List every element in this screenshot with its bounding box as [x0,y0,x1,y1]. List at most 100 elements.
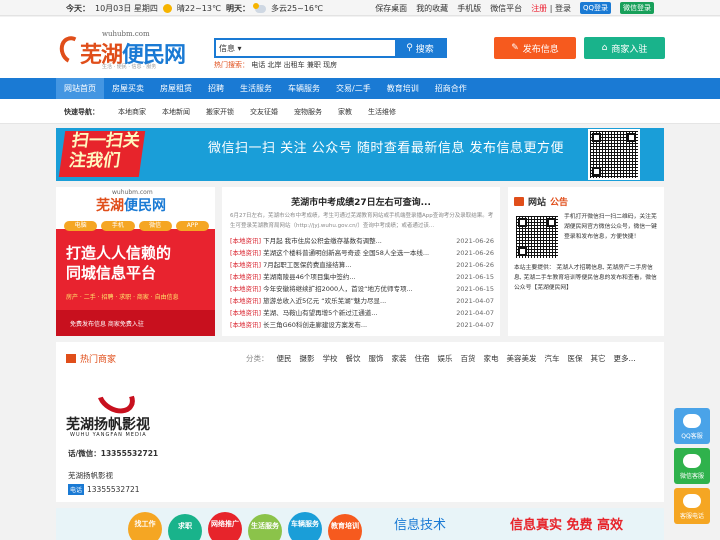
favorites-link[interactable]: 我的收藏 [416,3,448,14]
promo-channel: 微信 [138,221,172,231]
news-item[interactable]: [本地资讯] 下月起 我市住房公积金缴存基数有调整... 2021-06-26 [230,235,494,247]
footer-banner-slogan: 信息真实 免费 高效 [510,518,624,533]
site-logo[interactable]: wuhubm.com 芜湖便民网 生活 · 便民 · 信息 · 服务 [55,30,186,72]
news-item[interactable]: [本地资讯] 芜湖这个楼料普通明创新高号奇迹 全国58人全选一本线... 2021-… [230,247,494,259]
news-item[interactable]: [本地资讯] 芜湖南陵县46个项目集中签约... 2021-06-15 [230,271,494,283]
category-label: 分类： [246,354,269,363]
news-title[interactable]: 芜湖这个楼料普通明创新高号奇迹 全国58人全选一本线... [263,247,452,259]
headline-title[interactable]: 芜湖市中考成绩27日左右可查询... [222,195,500,208]
category-item[interactable]: 家装 [392,353,407,364]
nav-item-life[interactable]: 生活服务 [232,78,280,99]
wechat-platform-link[interactable]: 微信平台 [490,3,522,14]
category-item[interactable]: 汽车 [545,353,560,364]
promo-channels: 电脑 手机 微信 APP [64,221,209,231]
quick-nav-item[interactable]: 交友征婚 [242,107,286,117]
news-item[interactable]: [本地资讯] 7月起职工医保药费直接结算... 2021-06-26 [230,259,494,271]
category-item[interactable]: 住宿 [415,353,430,364]
news-title[interactable]: 芜湖南陵县46个项目集中签约... [263,271,452,283]
quick-nav-item[interactable]: 本地新闻 [154,107,198,117]
publish-button[interactable]: ✎ 发布信息 [494,37,576,59]
chevron-down-icon: ▾ [237,44,242,53]
quick-nav-item[interactable]: 宠物服务 [286,107,330,117]
search-category-select[interactable]: 信息 ▾ [219,43,242,54]
news-title[interactable]: 旅游总收入近5亿元 “欢乐芜湖”魅力尽显... [263,295,452,307]
register-link[interactable]: 注册 [531,4,547,13]
nav-item-house-rent[interactable]: 房屋租赁 [152,78,200,99]
category-item[interactable]: 娱乐 [438,353,453,364]
category-item[interactable]: 学校 [323,353,338,364]
top-bar: 今天： 10月03日 星期四 晴22~13℃ 明天： 多云25~16℃ 保存桌面… [0,0,720,16]
category-item[interactable]: 家电 [484,353,499,364]
hot-search-words[interactable]: 电话 北岸 出租车 兼职 现房 [251,61,337,69]
category-item[interactable]: 百货 [461,353,476,364]
news-item[interactable]: [本地资讯] 芜湖、马鞍山有望再增5个新过江通道... 2021-04-07 [230,307,494,319]
category-item[interactable]: 服饰 [369,353,384,364]
footer-banner[interactable]: 找工作 求职 网络推广 生活服务 车辆服务 教育培训 信息技术 信息真实 免费 … [56,508,664,540]
phone-service-label: 客服电话 [679,513,704,520]
news-title[interactable]: 长三角G60科创走廊建设方案发布... [263,319,452,331]
qq-login-button[interactable]: QQ登录 [579,2,611,14]
category-item[interactable]: 便民 [277,353,292,364]
promo-slogan-2: 同城信息平台 [66,264,157,282]
merchant-logo[interactable]: 芜湖扬帆影视 WUHU YANGFAN MEDIA [66,374,176,440]
category-item[interactable]: 摄影 [300,353,315,364]
merchant-name[interactable]: 芜湖扬帆影视 [68,470,113,481]
save-desktop-link[interactable]: 保存桌面 [375,3,407,14]
wechat-service-button[interactable]: 微信客服 [674,448,710,484]
bubble-life: 生活服务 [248,514,282,540]
category-filter: 分类： 便民 摄影 学校 餐饮 服饰 家装 住宿 娱乐 百货 家电 美容美发 汽车 医保 其它 更多... [246,353,636,364]
news-category: [本地资讯] [230,273,262,281]
bubble-seek: 求职 [168,514,202,540]
nav-item-jobs[interactable]: 招聘 [200,78,232,99]
news-title[interactable]: 下月起 我市住房公积金缴存基数有调整... [263,235,452,247]
quick-nav-item[interactable]: 家教 [330,107,360,117]
main-nav: 网站首页 房屋买卖 房屋租赁 招聘 生活服务 车辆服务 交易/二手 教育培训 招… [0,78,720,99]
quick-nav-item[interactable]: 搬家开锁 [198,107,242,117]
nav-item-vehicles[interactable]: 车辆服务 [280,78,328,99]
search-button[interactable]: ⚲ 搜索 [395,40,445,56]
nav-item-home[interactable]: 网站首页 [56,78,104,99]
sun-icon [162,4,172,13]
news-item[interactable]: [本地资讯] 今年安徽将继续扩招2000人，首设“地方优师专项... 2021-06… [230,283,494,295]
nav-item-house-sale[interactable]: 房屋买卖 [104,78,152,99]
hot-search: 热门搜索： 电话 北岸 出租车 兼职 现房 [214,60,337,70]
wechat-login-button[interactable]: 微信登录 [620,2,654,14]
category-item[interactable]: 餐饮 [346,353,361,364]
quick-nav-item[interactable]: 本地商家 [110,107,154,117]
mobile-link[interactable]: 手机版 [457,3,481,14]
promo-footer: 免费发布信息 商家免费入驻 [70,321,144,328]
join-button[interactable]: ⌂ 商家入驻 [584,37,665,59]
promo-channel: 手机 [101,221,135,231]
news-item[interactable]: [本地资讯] 旅游总收入近5亿元 “欢乐芜湖”魅力尽显... 2021-04-07 [230,295,494,307]
qr-code-icon [514,214,560,260]
merchant-tel-line: 话/微信：13355532721 [68,449,159,458]
nav-item-education[interactable]: 教育培训 [379,78,427,99]
notice-text-1: 手机打开微信扫一扫二维码，关注芜湖便民网官方微信公众号，微信一键登录和发布信息，… [564,214,657,240]
phone-service-button[interactable]: 客服电话 [674,488,710,524]
category-item[interactable]: 医保 [568,353,583,364]
category-item[interactable]: 更多... [614,353,636,364]
nav-item-business[interactable]: 招商合作 [427,78,475,99]
search-box[interactable]: 信息 ▾ ⚲ 搜索 [214,38,447,58]
merchant-tel-number: 13355532721 [87,485,140,494]
weather-tomorrow: 多云25~16℃ [270,4,323,13]
login-link[interactable]: 登录 [555,4,571,13]
news-title[interactable]: 今年安徽将继续扩招2000人，首设“地方优师专项... [263,283,452,295]
qq-service-button[interactable]: QQ客服 [674,408,710,444]
category-item[interactable]: 其它 [591,353,606,364]
promo-name-b: 便民网 [124,198,166,214]
edit-icon: ✎ [511,43,519,53]
promo-logo: 芜湖便民网 [96,195,166,215]
bubble-edu: 教育培训 [328,514,362,540]
wechat-banner[interactable]: 扫一扫关注我们 微信扫一扫 关注 公众号 随时查看最新信息 发布信息更方便 [56,128,664,181]
search-category-value: 信息 [219,44,235,53]
quick-nav-item[interactable]: 生活维修 [360,107,404,117]
megaphone-icon [514,197,524,206]
promo-image[interactable]: wuhubm.com 芜湖便民网 电脑 手机 微信 APP 打造人人信赖的 同城… [56,187,215,336]
hot-search-label: 热门搜索： [214,61,249,69]
news-title[interactable]: 芜湖、马鞍山有望再增5个新过江通道... [263,307,452,319]
nav-item-trade[interactable]: 交易/二手 [328,78,379,99]
news-item[interactable]: [本地资讯] 长三角G60科创走廊建设方案发布... 2021-04-07 [230,319,494,331]
category-item[interactable]: 美容美发 [507,353,537,364]
news-title[interactable]: 7月起职工医保药费直接结算... [263,259,452,271]
